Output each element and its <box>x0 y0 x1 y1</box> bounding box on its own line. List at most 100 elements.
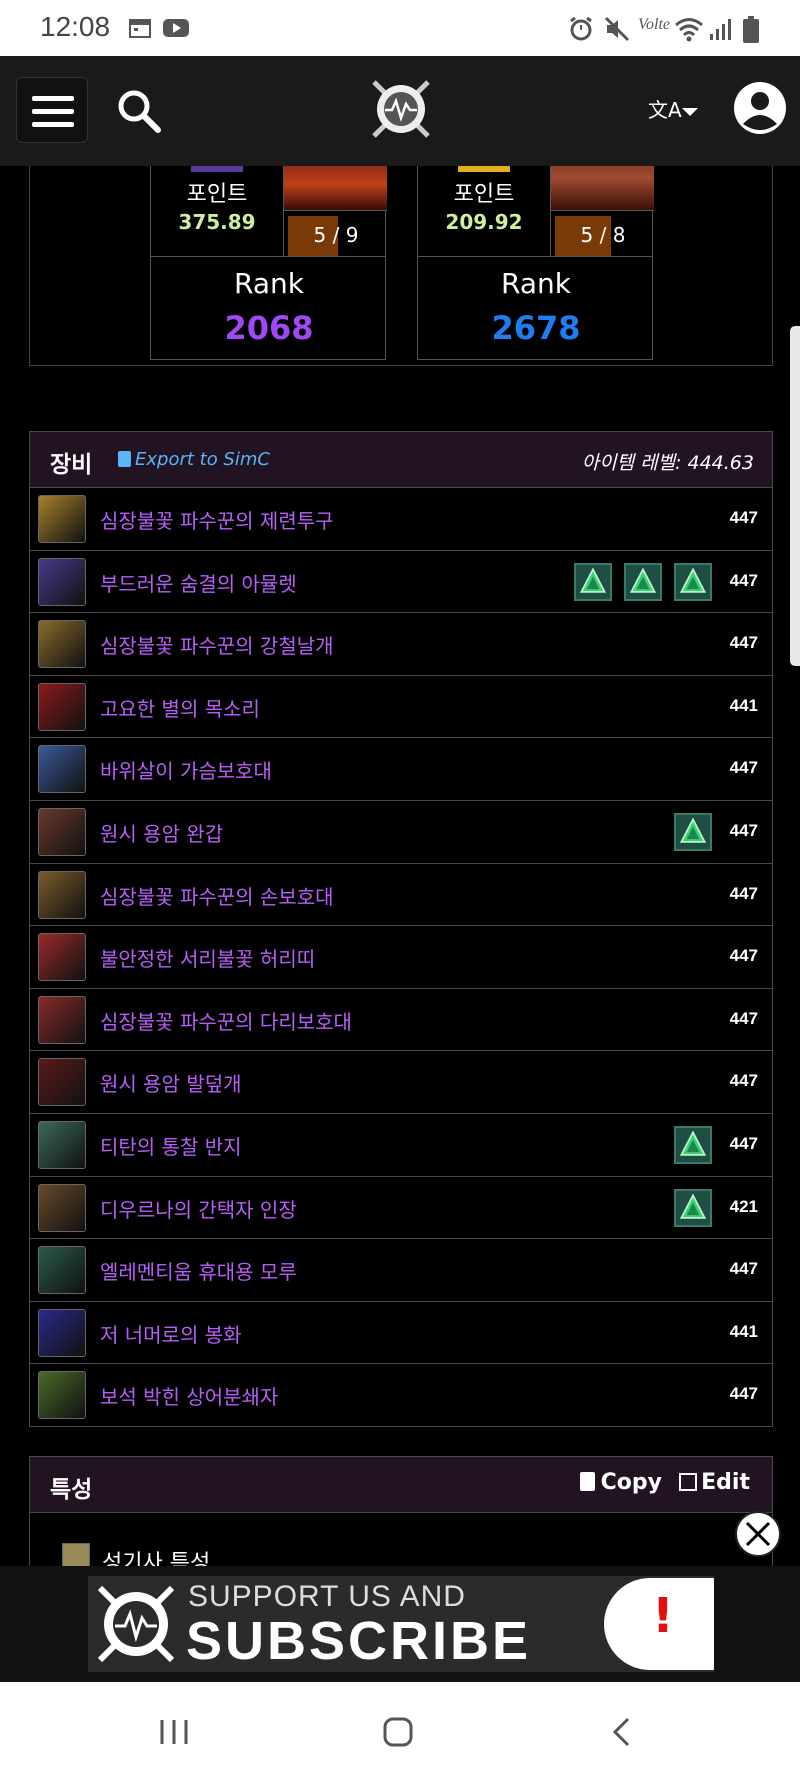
status-bar: 12:08 Volte <box>0 0 800 56</box>
gem-icon[interactable] <box>674 812 712 851</box>
gem-icon[interactable] <box>674 562 712 601</box>
ad-line1: SUPPORT US AND <box>188 1580 466 1613</box>
item-icon[interactable] <box>38 870 86 919</box>
item-icon[interactable] <box>38 1246 86 1295</box>
scrollbar[interactable] <box>790 326 800 666</box>
item-icon[interactable] <box>38 807 86 856</box>
copy-label: Copy <box>600 1470 662 1495</box>
menu-button[interactable] <box>16 77 88 143</box>
item-name[interactable]: 심장불꽃 파수꾼의 다리보호대 <box>100 1006 352 1035</box>
item-name[interactable]: 원시 용암 발덮개 <box>100 1068 242 1097</box>
export-simc-link[interactable]: Export to SimC <box>118 449 270 470</box>
item-name[interactable]: 불안정한 서리불꽃 허리띠 <box>100 943 315 972</box>
item-icon[interactable] <box>38 682 86 731</box>
gem-icon[interactable] <box>624 562 662 601</box>
ranks-panel: 포인트 375.89 5 / 9 Rank 2068 포인트 209.92 5 … <box>29 166 773 366</box>
alert-mark: ! <box>652 1588 674 1644</box>
item-icon[interactable] <box>38 495 86 543</box>
equipment-row[interactable]: 원시 용암 완갑 447 <box>30 801 772 864</box>
item-icon[interactable] <box>38 1308 86 1357</box>
rank-value: 2678 <box>491 309 581 347</box>
equipment-row[interactable]: 고요한 별의 목소리 441 <box>30 676 772 739</box>
points-value: 209.92 <box>445 210 523 234</box>
equipment-row[interactable]: 저 너머로의 봉화 441 <box>30 1302 772 1365</box>
item-level-value: 447 <box>729 946 758 966</box>
item-level-value: 447 <box>729 758 758 778</box>
rank-block: 포인트 209.92 5 / 8 Rank 2678 <box>417 166 654 386</box>
close-ad-button[interactable] <box>735 1511 781 1557</box>
equipment-row[interactable]: 부드러운 숨결의 아뮬렛 447 <box>30 551 772 614</box>
equipment-row[interactable]: 심장불꽃 파수꾼의 강철날개 447 <box>30 613 772 676</box>
item-icon[interactable] <box>38 557 86 606</box>
rank-label: Rank <box>234 267 304 300</box>
item-name[interactable]: 심장불꽃 파수꾼의 손보호대 <box>100 881 334 910</box>
item-icon[interactable] <box>38 933 86 982</box>
item-level-value: 441 <box>729 695 758 715</box>
top-navbar: 文A <box>0 56 800 166</box>
item-name[interactable]: 저 너머로의 봉화 <box>100 1319 242 1348</box>
menu-icon <box>32 96 74 101</box>
equipment-row[interactable]: 심장불꽃 파수꾼의 다리보호대 447 <box>30 989 772 1052</box>
item-name[interactable]: 엘레멘티움 휴대용 모루 <box>100 1256 297 1285</box>
calendar-icon <box>128 16 152 40</box>
equipment-row[interactable]: 불안정한 서리불꽃 허리띠 447 <box>30 926 772 989</box>
site-logo[interactable] <box>368 76 434 142</box>
edit-label: Edit <box>701 1470 750 1495</box>
item-level-value: 447 <box>729 883 758 903</box>
gem-icon[interactable] <box>674 1188 712 1227</box>
item-level-value: 447 <box>729 1384 758 1404</box>
item-icon[interactable] <box>38 1120 86 1169</box>
search-icon[interactable] <box>116 88 162 134</box>
progress-cell: 5 / 9 <box>283 210 387 262</box>
points-label: 포인트 <box>453 182 515 207</box>
item-icon[interactable] <box>38 995 86 1044</box>
item-name[interactable]: 심장불꽃 파수꾼의 제련투구 <box>100 505 334 534</box>
clipboard-icon <box>579 1472 595 1491</box>
main-content: 포인트 375.89 5 / 9 Rank 2068 포인트 209.92 5 … <box>0 166 800 1682</box>
ad-content[interactable]: SUPPORT US AND SUBSCRIBE ! <box>88 1576 714 1672</box>
equipment-row[interactable]: 심장불꽃 파수꾼의 손보호대 447 <box>30 864 772 927</box>
equipment-row[interactable]: 보석 박힌 상어분쇄자 447 <box>30 1364 772 1427</box>
item-icon[interactable] <box>38 745 86 794</box>
spec-icon <box>458 166 510 172</box>
item-name[interactable]: 부드러운 숨결의 아뮬렛 <box>100 568 297 597</box>
menu-icon-bar <box>32 109 74 114</box>
ad-banner[interactable]: SUPPORT US AND SUBSCRIBE ! <box>0 1566 800 1682</box>
gem-icon[interactable] <box>574 562 612 601</box>
close-icon <box>745 1521 771 1547</box>
equipment-row[interactable]: 티탄의 통찰 반지 447 <box>30 1114 772 1177</box>
item-level-value: 447 <box>729 633 758 653</box>
recent-apps-icon[interactable] <box>158 1718 190 1746</box>
back-icon[interactable] <box>610 1716 634 1748</box>
account-icon[interactable] <box>734 82 786 134</box>
talents-title: 특성 <box>50 1477 93 1503</box>
rank-label: Rank <box>501 267 571 300</box>
svg-text:文A: 文A <box>648 98 682 122</box>
item-icon[interactable] <box>38 1371 86 1420</box>
item-name[interactable]: 디우르나의 간택자 인장 <box>100 1194 297 1223</box>
equipment-row[interactable]: 심장불꽃 파수꾼의 제련투구 447 <box>30 488 772 551</box>
item-name[interactable]: 보석 박힌 상어분쇄자 <box>100 1381 278 1410</box>
home-icon[interactable] <box>382 1716 414 1748</box>
volte-icon: Volte <box>638 16 670 33</box>
item-level-value: 441 <box>729 1321 758 1341</box>
rank-value: 2068 <box>224 309 314 347</box>
translate-icon[interactable]: 文A <box>648 94 704 126</box>
item-name[interactable]: 바위살이 가슴보호대 <box>100 755 272 784</box>
item-icon[interactable] <box>38 1183 86 1232</box>
points-label: 포인트 <box>186 182 248 207</box>
item-name[interactable]: 심장불꽃 파수꾼의 강철날개 <box>100 630 334 659</box>
equipment-row[interactable]: 바위살이 가슴보호대 447 <box>30 738 772 801</box>
item-name[interactable]: 고요한 별의 목소리 <box>100 693 260 722</box>
copy-button[interactable]: Copy <box>579 1470 662 1495</box>
ad-alert-badge: ! <box>604 1578 714 1670</box>
item-icon[interactable] <box>38 620 86 669</box>
equipment-row[interactable]: 원시 용암 발덮개 447 <box>30 1051 772 1114</box>
item-icon[interactable] <box>38 1058 86 1107</box>
equipment-row[interactable]: 디우르나의 간택자 인장 421 <box>30 1177 772 1240</box>
item-name[interactable]: 원시 용암 완갑 <box>100 818 223 847</box>
equipment-row[interactable]: 엘레멘티움 휴대용 모루 447 <box>30 1239 772 1302</box>
edit-button[interactable]: Edit <box>679 1470 750 1495</box>
gem-icon[interactable] <box>674 1125 712 1164</box>
item-name[interactable]: 티탄의 통찰 반지 <box>100 1131 242 1160</box>
